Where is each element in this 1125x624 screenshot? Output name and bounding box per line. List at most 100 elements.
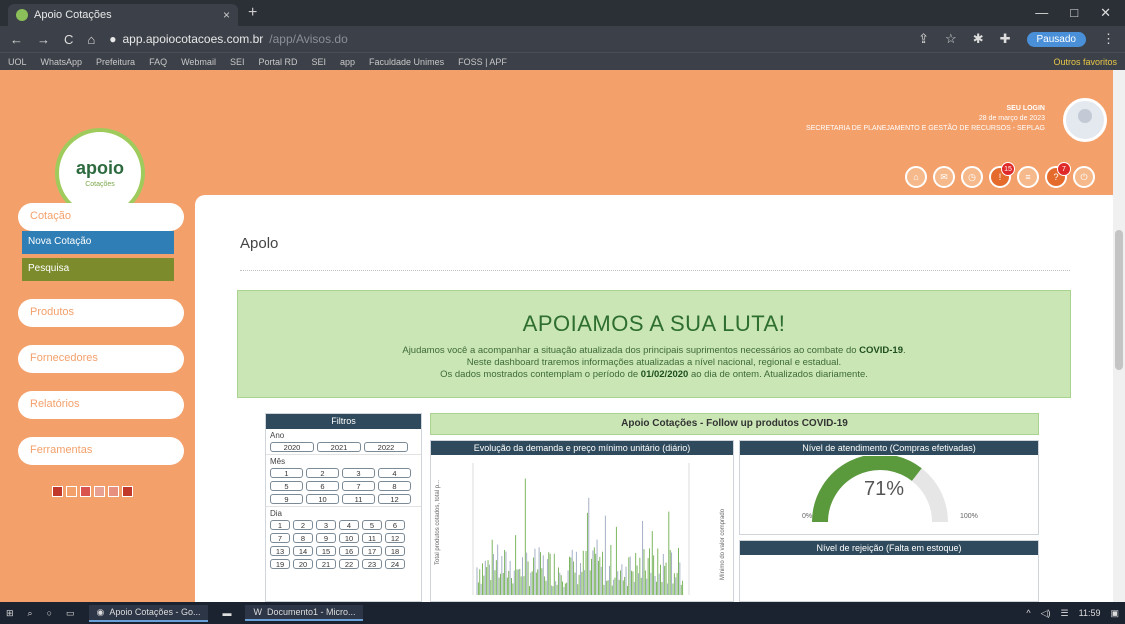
volume-icon[interactable]: ◁) [1041,608,1051,619]
year-filter-button[interactable]: 2021 [317,442,361,452]
month-filter-button[interactable]: 1 [270,468,303,478]
bookmark-item[interactable]: Faculdade Unimes [369,57,444,67]
tray-arrow-icon[interactable]: ^ [1026,608,1030,618]
color-swatch[interactable] [122,486,133,497]
day-filter-button[interactable]: 7 [270,533,290,543]
sidebar-subitem-nova-cotacao[interactable]: Nova Cotação [22,231,174,254]
list-icon[interactable]: ≡ [1017,166,1039,188]
url-field[interactable]: ● app.apoiocotacoes.com.br/app/Avisos.do [109,32,348,46]
day-filter-button[interactable]: 16 [339,546,359,556]
month-filter-button[interactable]: 4 [378,468,411,478]
month-filter-button[interactable]: 10 [306,494,339,504]
day-filter-button[interactable]: 20 [293,559,313,569]
day-filter-button[interactable]: 13 [270,546,290,556]
bookmark-item[interactable]: Prefeitura [96,57,135,67]
avatar[interactable] [1063,98,1107,142]
alert-icon[interactable]: ? 7 [1045,162,1071,188]
sidebar-subitem-pesquisa[interactable]: Pesquisa [22,258,174,281]
day-filter-button[interactable]: 15 [316,546,336,556]
home-nav-icon[interactable]: ⌂ [87,32,95,47]
day-filter-button[interactable]: 1 [270,520,290,530]
day-filter-button[interactable]: 19 [270,559,290,569]
clock-icon[interactable]: ◷ [961,166,983,188]
widgets-icon[interactable]: ▭ [66,608,75,619]
day-filter-button[interactable]: 4 [339,520,359,530]
day-filter-button[interactable]: 10 [339,533,359,543]
color-swatch[interactable] [80,486,91,497]
day-filter-button[interactable]: 3 [316,520,336,530]
month-filter-button[interactable]: 6 [306,481,339,491]
service-level-chart[interactable]: Nível de atendimento (Compras efetivadas… [739,440,1039,535]
month-filter-button[interactable]: 2 [306,468,339,478]
month-filter-button[interactable]: 8 [378,481,411,491]
day-filter-button[interactable]: 23 [362,559,382,569]
bookmark-item[interactable]: Webmail [181,57,216,67]
home-icon[interactable]: ⌂ [905,166,927,188]
day-filter-button[interactable]: 8 [293,533,313,543]
bookmark-item[interactable]: FAQ [149,57,167,67]
day-filter-button[interactable]: 17 [362,546,382,556]
month-filter-button[interactable]: 3 [342,468,375,478]
taskbar-app-browser[interactable]: ◉ Apoio Cotações - Go... [88,604,209,622]
sidebar-item-produtos[interactable]: Produtos [18,299,184,327]
tab-close-icon[interactable]: × [223,8,230,22]
reload-icon[interactable]: C [64,32,73,47]
scrollbar-thumb[interactable] [1115,230,1123,370]
color-swatch[interactable] [52,486,63,497]
bookmark-item[interactable]: SEI [311,57,326,67]
notification-icon[interactable]: ▣ [1110,608,1119,619]
day-filter-button[interactable]: 18 [385,546,405,556]
back-icon[interactable]: ← [10,32,23,47]
rejection-level-chart[interactable]: Nível de rejeição (Falta em estoque) [739,540,1039,602]
forward-icon[interactable]: → [37,32,50,47]
day-filter-button[interactable]: 24 [385,559,405,569]
sidebar-item-cotacao[interactable]: Cotação [18,203,184,231]
month-filter-button[interactable]: 5 [270,481,303,491]
day-filter-button[interactable]: 9 [316,533,336,543]
network-icon[interactable]: ☰ [1061,608,1069,619]
extension-icon[interactable]: ✱ [973,31,984,47]
close-window-button[interactable]: ✕ [1100,5,1111,21]
bookmark-item[interactable]: SEI [230,57,245,67]
day-filter-button[interactable]: 21 [316,559,336,569]
bookmark-item[interactable]: UOL [8,57,27,67]
logout-icon[interactable]: ⏻ [1073,166,1095,188]
bookmark-item[interactable]: WhatsApp [41,57,83,67]
bookmark-item[interactable]: FOSS | APF [458,57,507,67]
share-icon[interactable]: ⇪ [918,31,929,47]
day-filter-button[interactable]: 22 [339,559,359,569]
taskbar-app-word[interactable]: W Documento1 - Micro... [245,605,364,621]
bookmark-item[interactable]: Portal RD [258,57,297,67]
mail-icon[interactable]: ✉ [933,166,955,188]
sidebar-item-fornecedores[interactable]: Fornecedores [18,345,184,373]
profile-button[interactable]: Pausado [1026,31,1086,47]
day-filter-button[interactable]: 14 [293,546,313,556]
star-icon[interactable]: ☆ [945,31,957,47]
new-tab-button[interactable]: + [248,4,257,22]
demand-price-chart[interactable]: Evolução da demanda e preço mínimo unitá… [430,440,734,602]
day-filter-button[interactable]: 2 [293,520,313,530]
year-filter-button[interactable]: 2020 [270,442,314,452]
sidebar-item-ferramentas[interactable]: Ferramentas [18,437,184,465]
browser-tab[interactable]: Apoio Cotações × [8,4,238,26]
month-filter-button[interactable]: 12 [378,494,411,504]
month-filter-button[interactable]: 7 [342,481,375,491]
file-explorer-icon[interactable]: ▬ [222,608,231,618]
day-filter-button[interactable]: 11 [362,533,382,543]
day-filter-button[interactable]: 6 [385,520,405,530]
month-filter-button[interactable]: 11 [342,494,375,504]
bell-icon[interactable]: ! 15 [989,162,1015,188]
day-filter-button[interactable]: 12 [385,533,405,543]
bookmark-item[interactable]: app [340,57,355,67]
task-view-icon[interactable]: ○ [47,608,52,618]
page-scrollbar[interactable] [1113,70,1125,602]
color-swatch[interactable] [94,486,105,497]
maximize-button[interactable]: □ [1070,5,1078,21]
sidebar-item-relatorios[interactable]: Relatórios [18,391,184,419]
day-filter-button[interactable]: 5 [362,520,382,530]
windows-start-icon[interactable]: ⊞ [6,608,14,619]
minimize-button[interactable]: — [1035,5,1048,21]
color-swatch[interactable] [108,486,119,497]
other-bookmarks[interactable]: Outros favoritos [1053,57,1117,67]
color-swatch[interactable] [66,486,77,497]
